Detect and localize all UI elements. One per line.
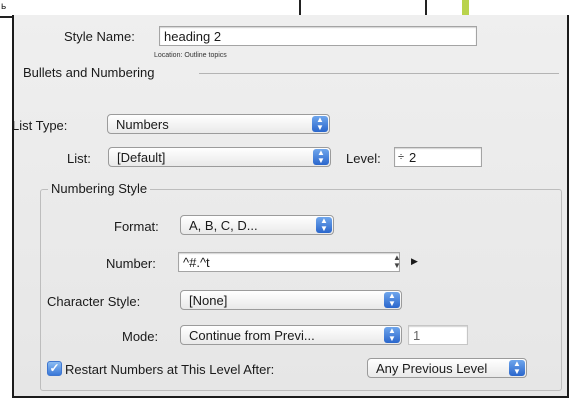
up-down-arrows-icon: ▲ ▼: [316, 217, 332, 233]
list-value: [Default]: [117, 150, 166, 165]
checkmark-icon: ✓: [49, 361, 60, 375]
list-type-label: List Type:: [12, 118, 68, 133]
level-field[interactable]: ÷ 2: [394, 147, 482, 167]
paragraph-style-panel: Style Name: heading 2 Location: Outline …: [12, 15, 569, 398]
format-popup[interactable]: A, B, C, D... ▲ ▼: [180, 215, 334, 235]
background-fragment-text: ь: [1, 1, 7, 12]
start-at-value: 1: [413, 328, 421, 343]
list-type-value: Numbers: [116, 117, 169, 132]
stepper-arrows-icon[interactable]: ÷: [398, 148, 404, 166]
section-separator: [199, 73, 559, 74]
format-value: A, B, C, D...: [189, 218, 258, 233]
mode-popup[interactable]: Continue from Previ... ▲ ▼: [180, 325, 402, 345]
list-label: List:: [67, 151, 91, 166]
location-value: Outline topics: [184, 52, 227, 59]
up-down-arrows-icon: ▲ ▼: [313, 149, 329, 165]
format-label: Format:: [114, 219, 159, 234]
location-line: Location: Outline topics: [154, 52, 227, 59]
mode-label: Mode:: [122, 329, 159, 344]
location-label: Location:: [154, 52, 183, 59]
character-style-popup[interactable]: [None] ▲ ▼: [180, 290, 402, 310]
level-label: Level:: [346, 151, 381, 166]
number-stepper-icon[interactable]: ▲ ▼: [392, 254, 402, 272]
mode-value: Continue from Previ...: [189, 328, 315, 343]
start-at-field[interactable]: 1: [408, 325, 468, 345]
number-menu-triangle-icon[interactable]: ▶: [411, 256, 418, 267]
restart-level-value: Any Previous Level: [376, 361, 488, 376]
up-down-arrows-icon: ▲ ▼: [384, 292, 400, 308]
number-value: ^#.^t: [183, 255, 210, 270]
numbering-style-title: Numbering Style: [48, 181, 151, 196]
style-name-field[interactable]: heading 2: [159, 26, 477, 46]
up-down-arrows-icon: ▲ ▼: [312, 116, 328, 132]
character-style-label: Character Style:: [47, 294, 141, 309]
background-divider: [425, 0, 427, 16]
character-style-value: [None]: [189, 293, 228, 308]
up-down-arrows-icon: ▲ ▼: [384, 327, 400, 343]
list-popup[interactable]: [Default] ▲ ▼: [108, 147, 331, 167]
list-type-popup[interactable]: Numbers ▲ ▼: [107, 114, 330, 134]
up-down-arrows-icon: ▲ ▼: [509, 360, 525, 376]
restart-level-popup[interactable]: Any Previous Level ▲ ▼: [367, 358, 527, 378]
number-field[interactable]: ^#.^t: [178, 252, 400, 272]
restart-checkbox[interactable]: ✓: [47, 361, 62, 376]
number-label: Number:: [106, 256, 156, 271]
section-title: Bullets and Numbering: [23, 65, 155, 80]
restart-label: Restart Numbers at This Level After:: [65, 362, 275, 377]
style-name-label: Style Name:: [64, 29, 135, 44]
